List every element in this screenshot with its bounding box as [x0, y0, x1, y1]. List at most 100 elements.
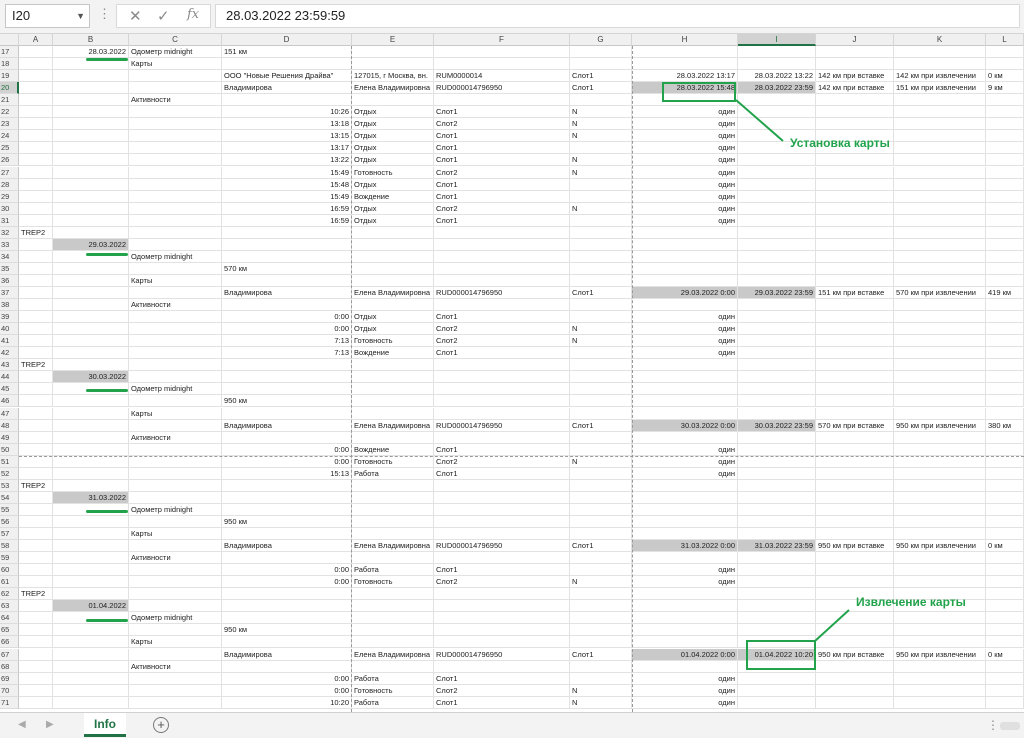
cell-k28[interactable]	[894, 178, 986, 191]
column-header-g[interactable]: G	[570, 34, 632, 46]
cell-j37[interactable]: 151 км при вставке	[816, 287, 894, 299]
cell-g33[interactable]	[570, 238, 632, 251]
cell-d35[interactable]: 570 км	[222, 262, 352, 275]
cell-d20[interactable]: Владимирова	[222, 82, 352, 95]
row-header[interactable]: 19	[0, 70, 19, 83]
cell-g43[interactable]	[570, 359, 632, 372]
cell-j47[interactable]	[816, 407, 894, 420]
cell-d58[interactable]: Владимирова	[222, 540, 352, 553]
cell-k49[interactable]	[894, 431, 986, 444]
row-header[interactable]: 49	[0, 431, 19, 444]
cell-g54[interactable]	[570, 491, 632, 504]
cell-h35[interactable]	[632, 262, 738, 275]
cell-c56[interactable]	[129, 515, 222, 528]
cell-a19[interactable]	[19, 70, 53, 83]
cell-l69[interactable]	[986, 672, 1024, 685]
cell-d64[interactable]	[222, 612, 352, 625]
cell-g52[interactable]	[570, 467, 632, 480]
cell-j38[interactable]	[816, 299, 894, 312]
cell-k67[interactable]: 950 км при извлечении	[894, 648, 986, 661]
cell-l26[interactable]	[986, 154, 1024, 167]
cell-c36[interactable]: Карты	[129, 274, 222, 287]
cell-k57[interactable]	[894, 528, 986, 540]
cell-d30[interactable]: 16:59	[222, 202, 352, 215]
cell-e54[interactable]	[352, 491, 434, 504]
cell-k34[interactable]	[894, 250, 986, 263]
cell-k71[interactable]	[894, 696, 986, 709]
cell-i35[interactable]	[738, 262, 816, 275]
cell-i42[interactable]	[738, 347, 816, 360]
cell-b68[interactable]	[53, 660, 129, 673]
cell-f44[interactable]	[434, 371, 570, 384]
cell-g53[interactable]	[570, 479, 632, 492]
cell-c29[interactable]	[129, 190, 222, 203]
cell-l18[interactable]	[986, 58, 1024, 71]
cell-a55[interactable]	[19, 503, 53, 516]
cell-e35[interactable]	[352, 262, 434, 275]
cell-e44[interactable]	[352, 371, 434, 384]
cell-c27[interactable]	[129, 166, 222, 179]
cell-a43[interactable]: TREP2	[19, 359, 53, 372]
cell-a62[interactable]: TREP2	[19, 588, 53, 601]
cell-b60[interactable]	[53, 564, 129, 577]
cell-l49[interactable]	[986, 431, 1024, 444]
cell-j40[interactable]	[816, 323, 894, 336]
cell-g19[interactable]: Слот1	[570, 70, 632, 83]
cell-l22[interactable]	[986, 106, 1024, 119]
cell-b44[interactable]: 30.03.2022	[53, 371, 129, 384]
cell-a24[interactable]	[19, 130, 53, 143]
row-header[interactable]: 56	[0, 515, 19, 528]
cell-d40[interactable]: 0:00	[222, 323, 352, 336]
cell-e57[interactable]	[352, 528, 434, 540]
cell-f18[interactable]	[434, 58, 570, 71]
cell-i40[interactable]	[738, 323, 816, 336]
row-header[interactable]: 28	[0, 178, 19, 191]
cell-i56[interactable]	[738, 515, 816, 528]
column-header-a[interactable]: A	[19, 34, 53, 46]
cell-e17[interactable]	[352, 46, 434, 58]
cell-f68[interactable]	[434, 660, 570, 673]
cell-f21[interactable]	[434, 94, 570, 107]
cell-a56[interactable]	[19, 515, 53, 528]
cell-b46[interactable]	[53, 395, 129, 408]
row-header[interactable]: 64	[0, 612, 19, 625]
cell-h62[interactable]	[632, 588, 738, 601]
select-all-corner[interactable]	[0, 34, 19, 46]
cell-c51[interactable]	[129, 455, 222, 468]
cell-f32[interactable]	[434, 226, 570, 239]
row-header[interactable]: 31	[0, 214, 19, 227]
cell-l64[interactable]	[986, 612, 1024, 625]
cell-g60[interactable]	[570, 564, 632, 577]
cell-k38[interactable]	[894, 299, 986, 312]
cell-k42[interactable]	[894, 347, 986, 360]
cell-c64[interactable]: Одометр midnight	[129, 612, 222, 625]
cell-j27[interactable]	[816, 166, 894, 179]
cell-b47[interactable]	[53, 407, 129, 420]
cell-j34[interactable]	[816, 250, 894, 263]
cell-k58[interactable]: 950 км при извлечении	[894, 540, 986, 553]
row-header[interactable]: 24	[0, 130, 19, 143]
row-header[interactable]: 27	[0, 166, 19, 179]
cell-d59[interactable]	[222, 552, 352, 565]
cell-i45[interactable]	[738, 383, 816, 396]
cell-e50[interactable]: Вождение	[352, 443, 434, 456]
cell-k17[interactable]	[894, 46, 986, 58]
cell-i39[interactable]	[738, 311, 816, 324]
cell-g69[interactable]	[570, 672, 632, 685]
cell-l59[interactable]	[986, 552, 1024, 565]
cell-h70[interactable]: один	[632, 684, 738, 697]
cell-k19[interactable]: 142 км при извлечении	[894, 70, 986, 83]
row-header[interactable]: 57	[0, 528, 19, 540]
cell-i28[interactable]	[738, 178, 816, 191]
cell-c46[interactable]	[129, 395, 222, 408]
cell-g24[interactable]: N	[570, 130, 632, 143]
cell-k41[interactable]	[894, 335, 986, 348]
cell-f29[interactable]: Слот1	[434, 190, 570, 203]
cell-e58[interactable]: Елена Владимировна	[352, 540, 434, 553]
cell-l39[interactable]	[986, 311, 1024, 324]
cell-g59[interactable]	[570, 552, 632, 565]
cell-j61[interactable]	[816, 576, 894, 589]
cell-d51[interactable]: 0:00	[222, 455, 352, 468]
cell-k61[interactable]	[894, 576, 986, 589]
cell-j18[interactable]	[816, 58, 894, 71]
